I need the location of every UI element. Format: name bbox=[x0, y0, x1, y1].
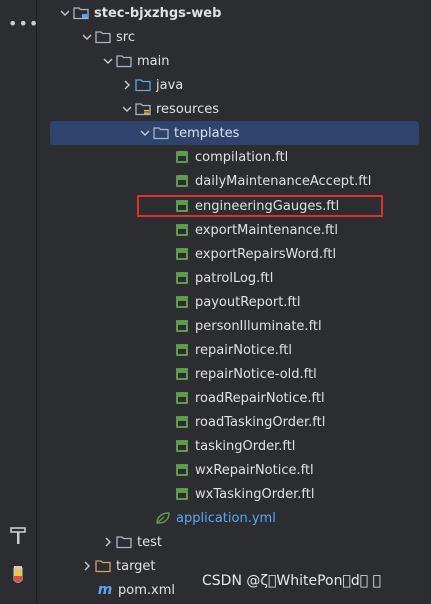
ftl-file-icon bbox=[174, 270, 190, 286]
file-row[interactable]: repairNotice-old.ftl bbox=[37, 362, 431, 386]
file-label: patrolLog.ftl bbox=[195, 270, 274, 286]
file-row[interactable]: roadRepairNotice.ftl bbox=[37, 386, 431, 410]
file-row[interactable]: taskingOrder.ftl bbox=[37, 434, 431, 458]
tree-row-templates[interactable]: templates bbox=[50, 121, 419, 145]
file-label: personIlluminate.ftl bbox=[195, 318, 322, 334]
file-label: engineeringGauges.ftl bbox=[195, 198, 340, 214]
ftl-file-icon bbox=[174, 414, 190, 430]
hammer-icon[interactable] bbox=[9, 526, 27, 546]
main-folder-label: main bbox=[137, 53, 170, 69]
source-folder-icon bbox=[135, 77, 151, 93]
file-label: repairNotice-old.ftl bbox=[195, 366, 317, 382]
tree-row-test[interactable]: test bbox=[37, 530, 431, 554]
ftl-file-icon bbox=[174, 390, 190, 406]
pom-label: pom.xml bbox=[118, 582, 175, 598]
chevron-down-icon[interactable] bbox=[57, 5, 73, 21]
file-label: exportRepairsWord.ftl bbox=[195, 246, 337, 262]
test-tube-icon[interactable] bbox=[9, 564, 27, 586]
module-folder-icon bbox=[73, 5, 89, 21]
file-row[interactable]: wxTaskingOrder.ftl bbox=[37, 482, 431, 506]
chevron-down-icon[interactable] bbox=[119, 101, 135, 117]
file-row[interactable]: repairNotice.ftl bbox=[37, 338, 431, 362]
tree-row-main[interactable]: main bbox=[37, 49, 431, 73]
excluded-folder-icon bbox=[95, 558, 111, 574]
file-label: dailyMaintenanceAccept.ftl bbox=[195, 173, 372, 189]
ftl-file-icon bbox=[174, 342, 190, 358]
templates-folder-label: templates bbox=[174, 125, 240, 141]
file-label: wxTaskingOrder.ftl bbox=[195, 486, 315, 502]
spring-config-icon bbox=[155, 510, 171, 526]
application-yml-label: application.yml bbox=[176, 510, 276, 526]
file-row[interactable]: roadTaskingOrder.ftl bbox=[37, 410, 431, 434]
file-row[interactable]: compilation.ftl bbox=[37, 145, 431, 169]
folder-icon bbox=[153, 125, 169, 141]
root-folder-label: stec-bjxzhgs-web bbox=[94, 5, 222, 21]
ftl-file-icon bbox=[174, 462, 190, 478]
chevron-down-icon[interactable] bbox=[137, 125, 153, 141]
tree-row-java[interactable]: java bbox=[37, 73, 431, 97]
file-label: wxRepairNotice.ftl bbox=[195, 462, 314, 478]
tree-row-src[interactable]: src bbox=[37, 25, 431, 49]
chevron-right-icon[interactable] bbox=[79, 558, 95, 574]
ftl-file-icon bbox=[174, 294, 190, 310]
file-label: payoutReport.ftl bbox=[195, 294, 301, 310]
more-icon[interactable]: ••• bbox=[8, 14, 39, 33]
tree-row-root[interactable]: stec-bjxzhgs-web bbox=[37, 1, 431, 25]
chevron-down-icon[interactable] bbox=[100, 53, 116, 69]
ftl-file-icon bbox=[174, 198, 190, 214]
file-label: compilation.ftl bbox=[195, 149, 289, 165]
ftl-file-icon bbox=[174, 366, 190, 382]
file-row[interactable]: payoutReport.ftl bbox=[37, 290, 431, 314]
resources-folder-label: resources bbox=[156, 101, 220, 117]
ftl-file-icon bbox=[174, 486, 190, 502]
chevron-right-icon[interactable] bbox=[100, 534, 116, 550]
test-folder-label: test bbox=[137, 534, 162, 550]
file-row[interactable]: patrolLog.ftl bbox=[37, 266, 431, 290]
folder-icon bbox=[95, 29, 111, 45]
ftl-file-icon bbox=[174, 438, 190, 454]
file-label: roadTaskingOrder.ftl bbox=[195, 414, 326, 430]
file-row[interactable]: personIlluminate.ftl bbox=[37, 314, 431, 338]
file-row[interactable]: wxRepairNotice.ftl bbox=[37, 458, 431, 482]
file-label: repairNotice.ftl bbox=[195, 342, 292, 358]
tree-row-resources[interactable]: resources bbox=[37, 97, 431, 121]
ftl-file-icon bbox=[174, 246, 190, 262]
chevron-right-icon[interactable] bbox=[119, 77, 135, 93]
file-row[interactable]: exportMaintenance.ftl bbox=[37, 218, 431, 242]
ftl-file-icon bbox=[174, 318, 190, 334]
ftl-file-icon bbox=[174, 173, 190, 189]
resources-folder-icon bbox=[135, 101, 151, 117]
file-row[interactable]: dailyMaintenanceAccept.ftl bbox=[37, 169, 431, 193]
target-folder-label: target bbox=[116, 558, 156, 574]
file-row-application-yml[interactable]: application.yml bbox=[37, 506, 431, 530]
ftl-file-icon bbox=[174, 149, 190, 165]
left-tool-rail: ••• bbox=[0, 0, 39, 604]
chevron-down-icon[interactable] bbox=[79, 29, 95, 45]
file-row[interactable]: exportRepairsWord.ftl bbox=[37, 242, 431, 266]
file-label: roadRepairNotice.ftl bbox=[195, 390, 325, 406]
src-folder-label: src bbox=[116, 29, 135, 45]
folder-icon bbox=[116, 534, 132, 550]
folder-icon bbox=[116, 53, 132, 69]
java-folder-label: java bbox=[156, 77, 184, 93]
project-tree: stec-bjxzhgs-web src main java resources… bbox=[37, 0, 431, 604]
watermark: CSDN @ζ WhitePon d    bbox=[202, 573, 382, 589]
file-label: exportMaintenance.ftl bbox=[195, 222, 339, 238]
ftl-file-icon bbox=[174, 222, 190, 238]
file-row[interactable]: engineeringGauges.ftl bbox=[37, 194, 431, 218]
maven-icon: m bbox=[97, 582, 113, 598]
file-label: taskingOrder.ftl bbox=[195, 438, 296, 454]
